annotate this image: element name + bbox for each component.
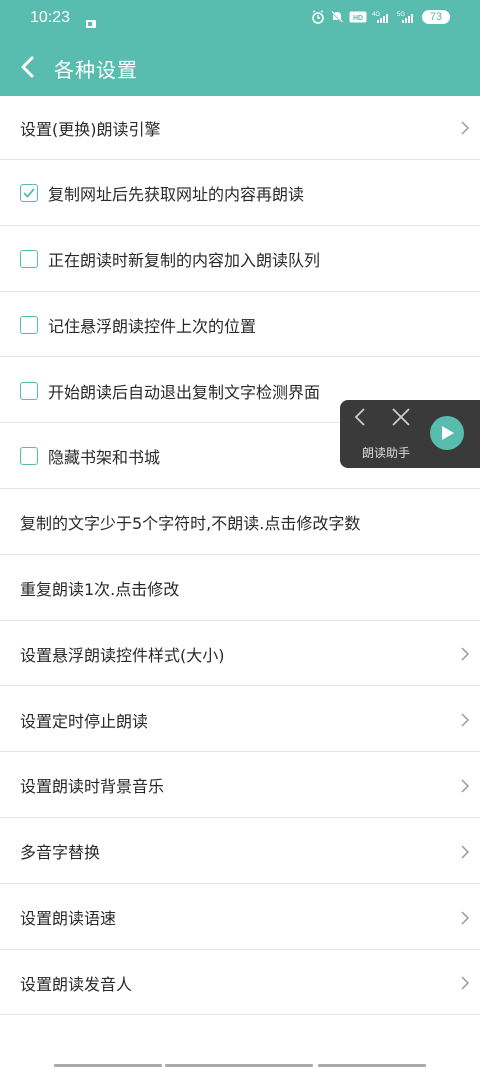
checkbox-unchecked[interactable] — [20, 250, 38, 269]
checkbox-unchecked[interactable] — [20, 315, 38, 334]
status-bar: 10:23 HD 4G 5G 73 — [0, 0, 480, 38]
settings-row-label: 复制的文字少于5个字符时,不朗读.点击修改字数 — [20, 514, 361, 534]
chevron-left-icon[interactable] — [352, 408, 368, 426]
chevron-right-icon — [460, 778, 470, 794]
settings-row-label: 设置(更换)朗读引擎 — [20, 119, 161, 139]
status-time: 10:23 — [30, 9, 71, 26]
settings-row[interactable]: 正在朗读时新复制的内容加入朗读队列 — [0, 227, 480, 292]
alarm-icon — [311, 10, 325, 24]
settings-row-label: 重复朗读1次.点击修改 — [20, 580, 180, 600]
status-icons: HD 4G 5G 73 — [311, 10, 450, 24]
svg-text:HD: HD — [353, 15, 363, 22]
settings-row-label: 设置悬浮朗读控件样式(大小) — [20, 645, 225, 665]
settings-row[interactable]: 设置悬浮朗读控件样式(大小) — [0, 622, 480, 687]
settings-row-label: 设置朗读语速 — [20, 909, 117, 929]
settings-row-label: 记住悬浮朗读控件上次的位置 — [48, 316, 257, 336]
settings-row-label: 开始朗读后自动退出复制文字检测界面 — [48, 382, 321, 402]
checkmark-icon — [23, 188, 35, 199]
settings-row[interactable]: 重复朗读1次.点击修改 — [0, 556, 480, 621]
settings-row-label: 隐藏书架和书城 — [48, 448, 161, 468]
mute-icon — [330, 10, 344, 24]
page-title: 各种设置 — [54, 58, 138, 82]
settings-row-label: 正在朗读时新复制的内容加入朗读队列 — [48, 251, 321, 271]
play-icon — [442, 426, 454, 440]
signal-5g-icon: 5G — [397, 10, 417, 24]
settings-row-label: 复制网址后先获取网址的内容再朗读 — [48, 185, 305, 205]
settings-row[interactable]: 设置朗读发音人 — [0, 951, 480, 1016]
chevron-right-icon — [460, 712, 470, 728]
signal-4g-icon: 4G — [372, 10, 392, 24]
chevron-right-icon — [460, 910, 470, 926]
app-notification-icon — [86, 13, 96, 28]
settings-row[interactable]: 设置朗读时背景音乐 — [0, 753, 480, 818]
close-icon[interactable] — [392, 408, 410, 426]
chevron-right-icon — [460, 844, 470, 860]
floating-read-widget[interactable]: 朗读助手 — [340, 400, 480, 468]
settings-row-label: 设置定时停止朗读 — [20, 711, 149, 731]
nav-bar-segment — [165, 1064, 313, 1067]
nav-bar-segment — [54, 1064, 162, 1067]
settings-row[interactable]: 设置朗读语速 — [0, 885, 480, 950]
battery-indicator: 73 — [422, 10, 450, 24]
settings-row[interactable]: 多音字替换 — [0, 819, 480, 884]
settings-row[interactable]: 复制的文字少于5个字符时,不朗读.点击修改字数 — [0, 490, 480, 555]
svg-text:5G: 5G — [397, 12, 405, 18]
chevron-right-icon — [460, 975, 470, 991]
app-bar: 各种设置 — [0, 38, 480, 96]
checkbox-unchecked[interactable] — [20, 447, 38, 466]
settings-row-label: 多音字替换 — [20, 843, 101, 863]
back-button[interactable] — [14, 51, 44, 83]
hd-icon: HD — [349, 10, 367, 24]
chevron-right-icon — [460, 120, 470, 136]
settings-row[interactable]: 记住悬浮朗读控件上次的位置 — [0, 293, 480, 358]
svg-text:4G: 4G — [372, 12, 380, 18]
settings-row-label: 设置朗读时背景音乐 — [20, 777, 165, 797]
checkbox-unchecked[interactable] — [20, 381, 38, 400]
nav-bar-segment — [318, 1064, 426, 1067]
settings-row[interactable]: 设置定时停止朗读 — [0, 688, 480, 753]
settings-list: 设置(更换)朗读引擎复制网址后先获取网址的内容再朗读 正在朗读时新复制的内容加入朗… — [0, 96, 480, 1017]
chevron-right-icon — [460, 646, 470, 662]
back-arrow-icon — [14, 51, 44, 83]
checkbox-checked[interactable] — [20, 184, 38, 203]
settings-row[interactable]: 复制网址后先获取网址的内容再朗读 — [0, 161, 480, 226]
play-button[interactable] — [430, 416, 464, 450]
settings-row[interactable]: 设置(更换)朗读引擎 — [0, 96, 480, 160]
settings-row-label: 设置朗读发音人 — [20, 974, 133, 994]
widget-label: 朗读助手 — [362, 446, 411, 460]
